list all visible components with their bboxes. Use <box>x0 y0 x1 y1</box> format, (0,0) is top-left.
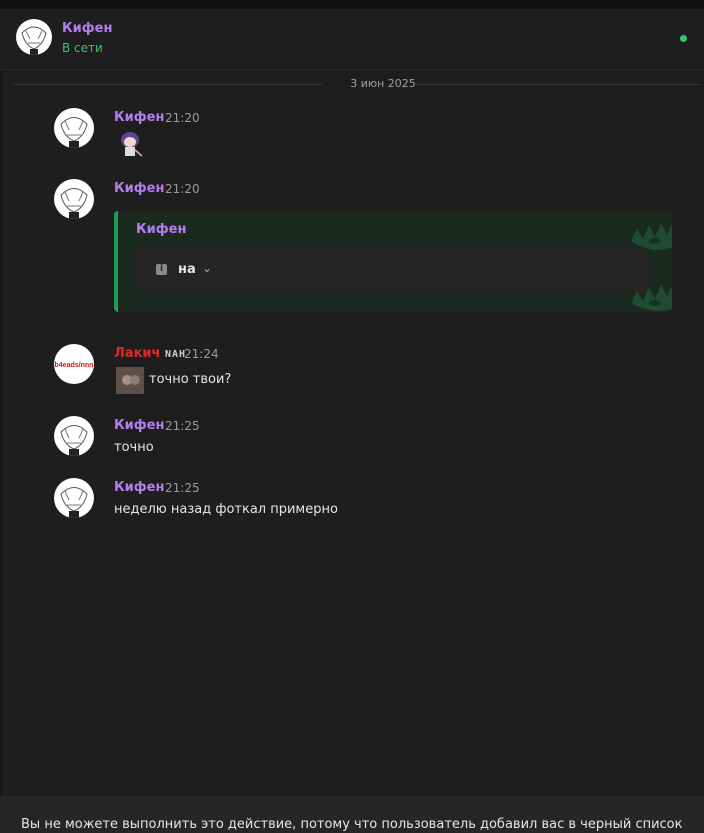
avatar[interactable] <box>54 179 94 219</box>
anime-sticker-icon <box>121 132 143 157</box>
message-time: 21:20 <box>165 182 200 196</box>
online-indicator <box>680 35 687 42</box>
avatar-sketch-icon <box>60 188 88 219</box>
chat-header: Кифен В сети <box>0 9 704 70</box>
blocked-notice-text: Вы не можете выполнить это действие, пот… <box>21 817 683 832</box>
message-author[interactable]: Кифен <box>114 181 164 196</box>
blocked-notice-bar: Вы не можете выполнить это действие, пот… <box>0 796 704 833</box>
divider <box>416 84 702 85</box>
author-name-part: Лаки <box>114 346 152 361</box>
message-text: точно твои? <box>149 372 232 387</box>
divider <box>12 84 322 85</box>
message-author[interactable]: Кифен <box>114 418 164 433</box>
left-edge <box>0 70 2 796</box>
avatar[interactable] <box>16 19 52 55</box>
message-author[interactable]: Лакич NAH <box>114 346 186 361</box>
avatar[interactable]: b4eads/nnn <box>54 344 94 384</box>
avatar-sketch-icon <box>60 117 88 148</box>
date-separator: 3 июн 2025 <box>12 75 702 95</box>
avatar-sketch-icon <box>21 26 47 55</box>
avatar-sketch-icon <box>60 487 88 518</box>
message-time: 21:25 <box>165 481 200 495</box>
avatar-logo-icon: b4eads/nnn <box>55 362 94 369</box>
message-author[interactable]: Кифен <box>114 480 164 495</box>
avatar-sketch-icon <box>60 425 88 456</box>
message-time: 21:20 <box>165 111 200 125</box>
avatar[interactable] <box>54 478 94 518</box>
sticker[interactable] <box>116 130 144 160</box>
embed-card: Кифен i на ⌄ <box>114 211 672 312</box>
chevron-down-icon[interactable]: ⌄ <box>202 261 212 275</box>
window-top-strip <box>0 0 704 9</box>
author-name-part: ч <box>151 346 161 361</box>
embed-author[interactable]: Кифен <box>136 222 186 237</box>
photo-icon <box>116 367 144 394</box>
author-badge: NAH <box>164 349 187 360</box>
message-author[interactable]: Кифен <box>114 110 164 125</box>
message-time: 21:25 <box>165 419 200 433</box>
attached-image-thumbnail[interactable] <box>116 367 144 394</box>
message-time: 21:24 <box>184 347 219 361</box>
embed-field[interactable]: i на ⌄ <box>136 247 648 293</box>
embed-field-label: на <box>178 262 196 277</box>
message-text: неделю назад фоткал примерно <box>114 502 338 517</box>
svg-text:b4eads/nnn: b4eads/nnn <box>55 362 94 369</box>
avatar[interactable] <box>54 108 94 148</box>
avatar[interactable] <box>54 416 94 456</box>
info-icon: i <box>156 264 167 275</box>
message-text: точно <box>114 440 154 455</box>
header-username[interactable]: Кифен <box>62 21 112 36</box>
eye-pattern-icon <box>631 223 672 311</box>
header-status: В сети <box>62 41 103 55</box>
